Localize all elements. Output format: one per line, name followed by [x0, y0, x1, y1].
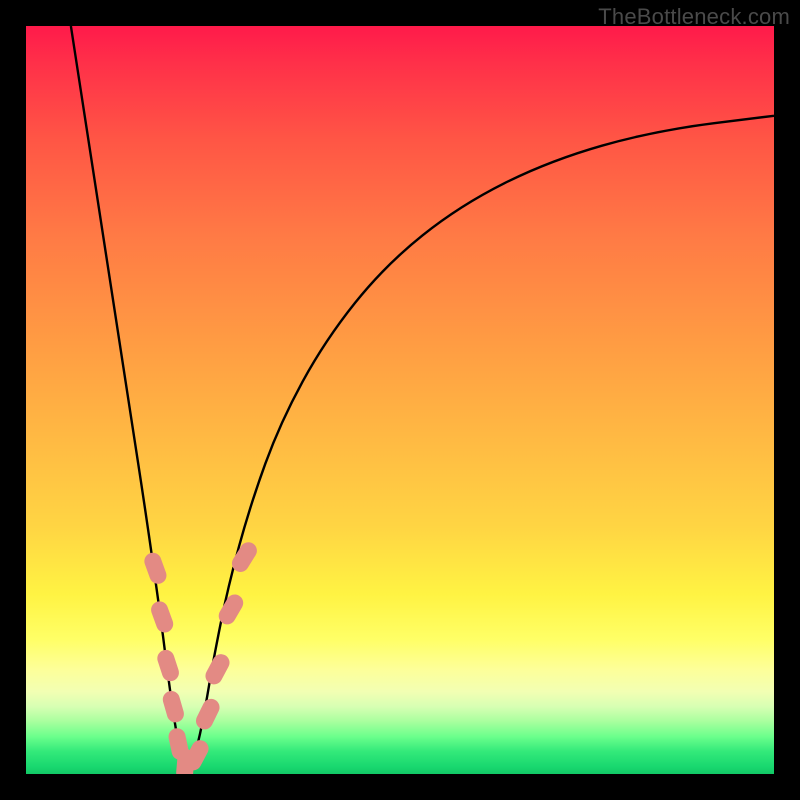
capsule-marker	[142, 550, 169, 586]
capsule-marker	[149, 599, 176, 635]
capsule-marker	[202, 651, 232, 687]
bottleneck-curve-path	[71, 26, 774, 767]
bottleneck-curve	[71, 26, 774, 767]
capsule-marker	[161, 689, 186, 724]
capsule-markers	[142, 539, 260, 774]
watermark-text: TheBottleneck.com	[598, 4, 790, 30]
capsule-marker	[155, 648, 181, 684]
curve-layer	[26, 26, 774, 774]
plot-area	[26, 26, 774, 774]
capsule-marker	[193, 696, 222, 732]
chart-frame: TheBottleneck.com	[0, 0, 800, 800]
